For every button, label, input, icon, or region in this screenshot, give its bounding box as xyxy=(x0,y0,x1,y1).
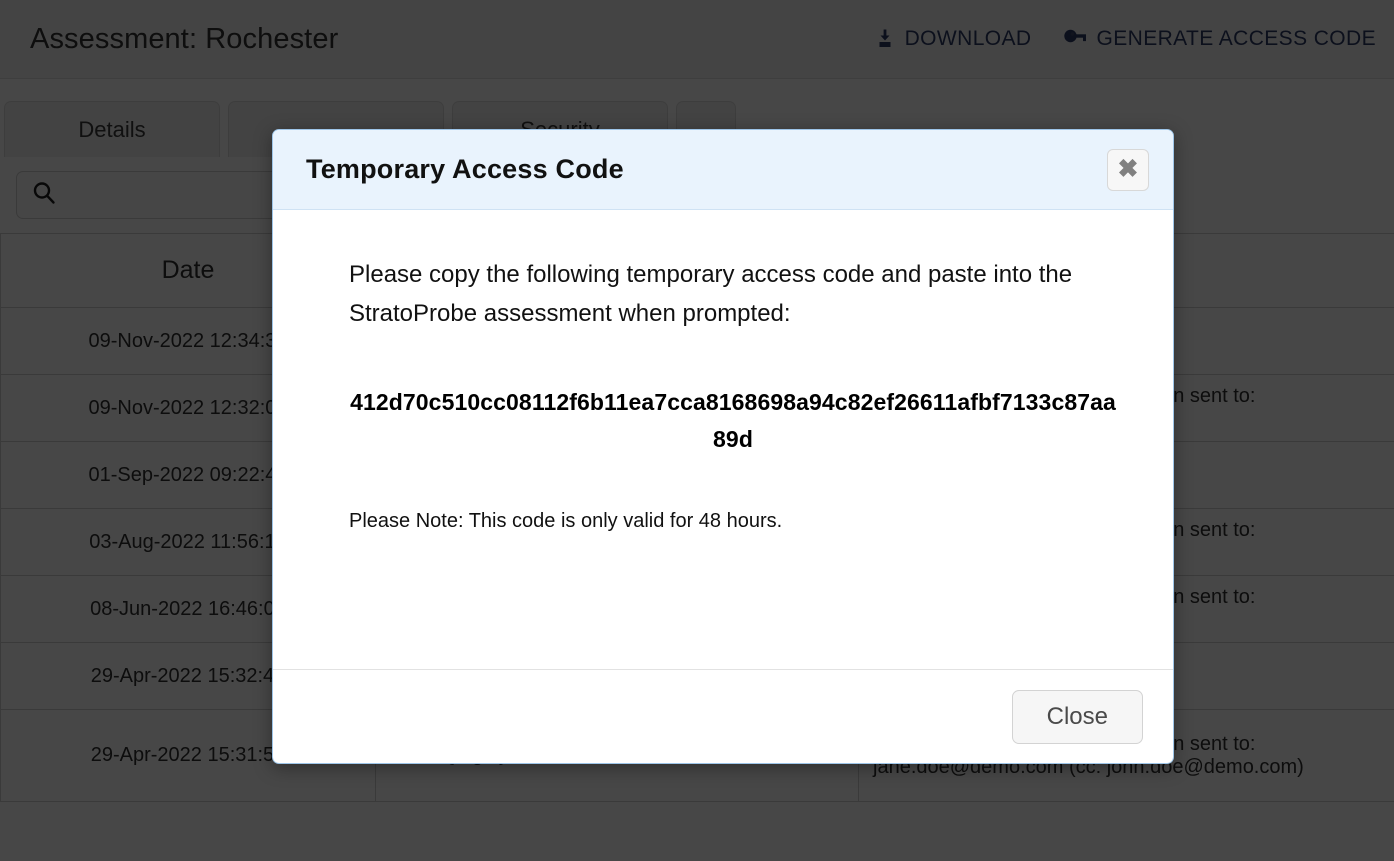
close-button[interactable]: Close xyxy=(1011,689,1143,744)
dialog-title: Temporary Access Code xyxy=(306,154,624,184)
app-root: Assessment: Rochester DOWNLOAD xyxy=(0,0,1394,861)
dialog-footer: Close xyxy=(273,669,1173,763)
dialog-instructions: Please copy the following temporary acce… xyxy=(349,261,1073,327)
close-icon[interactable]: ✖ xyxy=(1107,148,1149,191)
dialog-header: Temporary Access Code ✖ xyxy=(273,130,1173,210)
dialog-note: Please Note: This code is only valid for… xyxy=(349,510,783,533)
access-code-value[interactable]: 412d70c510cc08112f6b11ea7cca8168698a94c8… xyxy=(349,384,1121,459)
dialog-body: Please copy the following temporary acce… xyxy=(273,210,1173,669)
temporary-access-code-dialog: Temporary Access Code ✖ Please copy the … xyxy=(272,129,1174,764)
